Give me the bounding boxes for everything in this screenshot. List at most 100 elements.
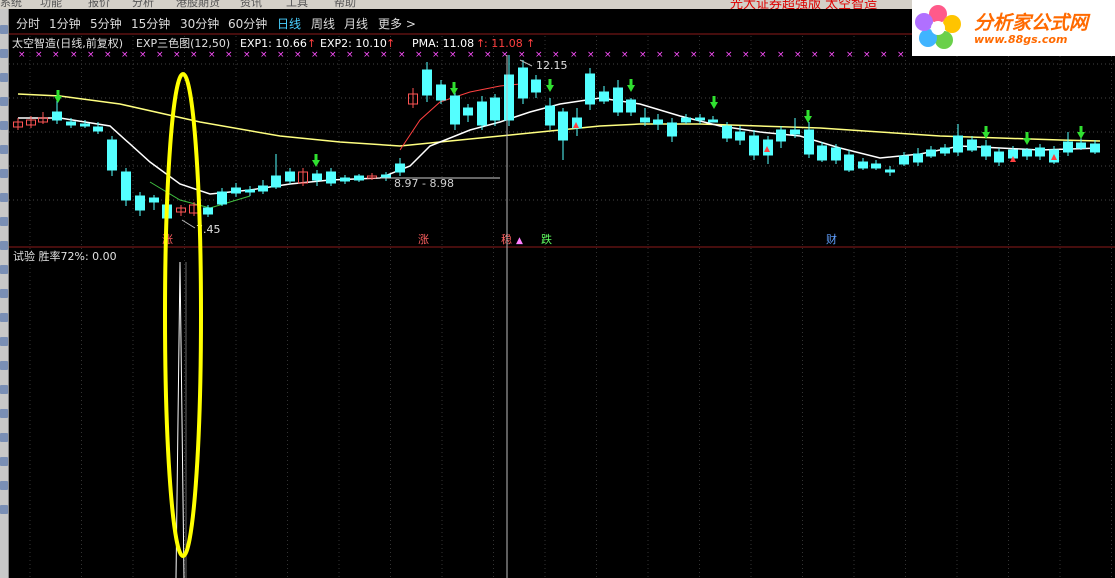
signal-x-marker: × <box>811 50 819 60</box>
signal-x-marker: × <box>260 50 268 60</box>
buy-arrow-shaft <box>56 90 60 96</box>
signal-x-marker: × <box>104 50 112 60</box>
candle-body <box>885 169 895 173</box>
signal-x-marker: × <box>690 50 698 60</box>
candle-body <box>667 122 677 137</box>
candle-body <box>653 119 663 125</box>
buy-arrow-shaft <box>712 96 716 102</box>
signal-x-marker: × <box>621 50 629 60</box>
indicator-name: EXP三色图(12,50) <box>136 36 230 50</box>
signal-x-marker: × <box>18 50 26 60</box>
candle-body <box>450 95 460 125</box>
signal-x-marker: × <box>828 50 836 60</box>
candle-body <box>1022 149 1032 157</box>
candle-body <box>940 147 950 154</box>
signal-x-marker: × <box>777 50 785 60</box>
candle-body <box>681 117 691 123</box>
signal-x-markers: × × × × × × × × × × × × × × × × × × × × × × × × × × × × × × × × × × × × × × × ×… <box>18 50 905 60</box>
candles <box>13 55 1100 224</box>
signal-x-marker: × <box>863 50 871 60</box>
range-label: 8.97 - 8.98 <box>394 177 454 190</box>
signal-x-marker: × <box>156 50 164 60</box>
exp1-value: EXP1: 10.66 <box>240 37 307 50</box>
buy-arrow-shaft <box>1025 132 1029 138</box>
logo-url: www.88gs.com <box>974 33 1068 46</box>
high-price-pointer <box>519 59 533 67</box>
candle-body <box>107 139 117 171</box>
candle-body <box>708 119 718 123</box>
candle-body <box>817 145 827 161</box>
buy-arrow-shaft <box>314 154 318 160</box>
signal-x-marker: × <box>432 50 440 60</box>
candle-body <box>326 171 336 184</box>
signal-x-marker: × <box>897 50 905 60</box>
candle-body <box>422 69 432 96</box>
signal-x-marker: × <box>656 50 664 60</box>
candle-body <box>695 117 705 121</box>
candle-body <box>953 135 963 153</box>
candle-body <box>749 135 759 156</box>
candle-body <box>558 111 568 141</box>
candle-body <box>436 84 446 101</box>
signal-x-marker: × <box>449 50 457 60</box>
signal-x-marker: × <box>673 50 681 60</box>
candle-body <box>585 73 595 105</box>
buy-arrow <box>1023 138 1031 145</box>
signal-x-marker: × <box>363 50 371 60</box>
buy-arrow <box>546 85 554 92</box>
candle-body <box>640 117 650 123</box>
signal-x-marker: × <box>225 50 233 60</box>
pma2-value: : 11.08 <box>484 37 523 50</box>
candle-body <box>477 101 487 126</box>
candle-body <box>871 163 881 169</box>
candle-body <box>80 123 90 127</box>
candle-body <box>463 107 473 116</box>
buy-arrow <box>54 96 62 103</box>
candlestick-chart[interactable]: 太空智造(日线,前复权) EXP三色图(12,50) EXP1: 10.66 ↑… <box>0 0 1115 578</box>
candle-body <box>613 87 623 113</box>
candle-body <box>994 151 1004 163</box>
signal-x-marker: × <box>243 50 251 60</box>
signal-x-marker: × <box>277 50 285 60</box>
signal-text: 涨 <box>418 233 429 246</box>
stock-name: 太空智造(日线,前复权) <box>12 36 123 50</box>
signal-x-marker: × <box>587 50 595 60</box>
candle-body <box>312 173 322 181</box>
candle-body <box>66 121 76 126</box>
pma2-up-arrow: ↑ <box>526 37 535 50</box>
candle-body <box>490 97 500 121</box>
candle-body <box>135 195 145 211</box>
candle-body <box>395 163 405 173</box>
logo-text: 分析家公式网 <box>974 12 1089 34</box>
signal-x-marker: × <box>467 50 475 60</box>
buy-arrow-shaft <box>548 79 552 85</box>
candle-body <box>763 139 773 156</box>
candle-body <box>245 189 255 193</box>
candle-body <box>831 147 841 161</box>
signal-x-marker: × <box>52 50 60 60</box>
candle-body <box>735 131 745 141</box>
candle-body <box>1090 143 1100 153</box>
candle-body <box>258 185 268 192</box>
signal-x-marker: × <box>398 50 406 60</box>
pma-value: PMA: 11.08 <box>412 37 474 50</box>
candle-body <box>203 207 213 215</box>
candle-body <box>1063 141 1073 153</box>
signal-x-marker: × <box>794 50 802 60</box>
candle-body <box>217 191 227 205</box>
signal-text: 财 <box>826 232 837 246</box>
signal-x-marker: × <box>173 50 181 60</box>
candle-body <box>354 175 364 181</box>
candle-body <box>858 161 868 169</box>
candle-body <box>531 79 541 93</box>
low-price-pointer <box>181 219 196 229</box>
signal-x-marker: × <box>190 50 198 60</box>
candle-body <box>981 145 991 157</box>
signal-x-marker: × <box>708 50 716 60</box>
candle-body <box>518 67 528 99</box>
signal-x-marker: × <box>846 50 854 60</box>
signal-x-marker: × <box>742 50 750 60</box>
buy-arrow <box>804 116 812 123</box>
signal-x-marker: × <box>604 50 612 60</box>
candle-body <box>93 126 103 132</box>
